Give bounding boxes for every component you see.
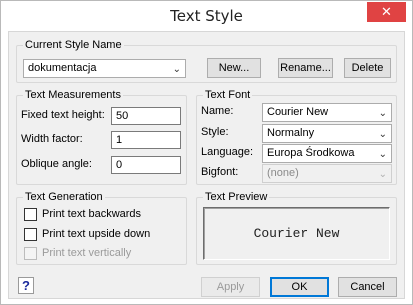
checkbox-box[interactable] (24, 207, 37, 221)
width-factor-input[interactable]: 1 (111, 131, 181, 149)
text-font-group: Text Font Name: Courier New ⌄ Style: Nor… (196, 89, 397, 185)
font-language-label: Language: (201, 146, 253, 158)
new-style-button[interactable]: New... (207, 58, 261, 78)
font-language-value: Europa Środkowa (267, 147, 355, 159)
delete-style-button[interactable]: Delete (344, 58, 391, 78)
oblique-angle-input[interactable]: 0 (111, 156, 181, 174)
text-preview-legend: Text Preview (203, 191, 270, 203)
text-measurements-legend: Text Measurements (23, 89, 123, 101)
title-bar: Text Style ✕ (1, 1, 412, 31)
print-vertically-checkbox: Print text vertically (24, 246, 131, 260)
width-factor-label: Width factor: (21, 133, 83, 145)
help-button[interactable]: ? (18, 277, 34, 294)
bigfont-value: (none) (267, 167, 299, 179)
close-icon: ✕ (381, 4, 392, 19)
style-name-value: dokumentacja (28, 62, 97, 74)
text-font-legend: Text Font (203, 89, 253, 101)
print-backwards-checkbox[interactable]: Print text backwards (24, 207, 141, 221)
text-generation-legend: Text Generation (23, 191, 105, 203)
dialog-body: Current Style Name dokumentacja ⌄ New...… (8, 31, 405, 299)
font-style-select[interactable]: Normalny ⌄ (262, 124, 392, 143)
cancel-button[interactable]: Cancel (338, 277, 397, 297)
font-style-value: Normalny (267, 127, 315, 139)
close-button[interactable]: ✕ (367, 2, 406, 22)
checkbox-box[interactable] (24, 227, 37, 241)
current-style-legend: Current Style Name (23, 39, 124, 51)
chevron-down-icon: ⌄ (378, 149, 387, 160)
apply-button: Apply (201, 277, 260, 297)
bigfont-label: Bigfont: (201, 166, 239, 178)
ok-button[interactable]: OK (270, 277, 329, 297)
style-name-select[interactable]: dokumentacja ⌄ (23, 59, 186, 78)
fixed-height-input[interactable]: 50 (111, 107, 181, 125)
help-icon: ? (22, 278, 30, 293)
oblique-angle-label: Oblique angle: (21, 158, 92, 170)
text-preview-group: Text Preview Courier New (196, 191, 397, 265)
bigfont-select: (none) ⌄ (262, 164, 392, 183)
font-style-label: Style: (201, 126, 229, 138)
text-measurements-group: Text Measurements Fixed text height: 50 … (16, 89, 187, 185)
rename-style-button[interactable]: Rename... (278, 58, 333, 78)
chevron-down-icon: ⌄ (378, 108, 387, 119)
print-upside-down-label: Print text upside down (42, 228, 151, 240)
fixed-height-label: Fixed text height: (21, 109, 105, 121)
dialog-title: Text Style (170, 7, 243, 25)
current-style-group: Current Style Name dokumentacja ⌄ New...… (16, 39, 397, 83)
print-upside-down-checkbox[interactable]: Print text upside down (24, 227, 150, 241)
chevron-down-icon: ⌄ (378, 129, 387, 140)
text-preview-box: Courier New (203, 207, 390, 260)
chevron-down-icon: ⌄ (172, 64, 181, 75)
print-vertically-label: Print text vertically (42, 247, 132, 259)
print-backwards-label: Print text backwards (42, 208, 142, 220)
text-style-dialog: Text Style ✕ Current Style Name dokument… (0, 0, 413, 305)
font-name-value: Courier New (267, 106, 329, 118)
font-name-select[interactable]: Courier New ⌄ (262, 103, 392, 122)
font-name-label: Name: (201, 105, 234, 117)
font-language-select[interactable]: Europa Środkowa ⌄ (262, 144, 392, 163)
checkbox-box (24, 246, 37, 260)
chevron-down-icon: ⌄ (378, 169, 387, 180)
text-generation-group: Text Generation Print text backwards Pri… (16, 191, 187, 265)
